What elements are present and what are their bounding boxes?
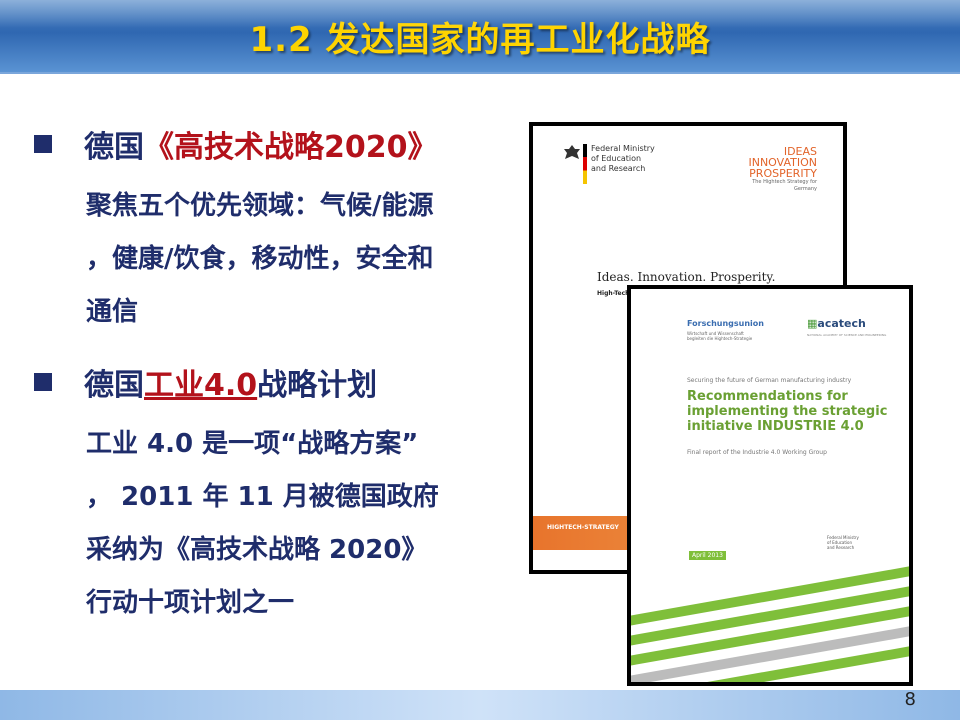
acatech-icon: ▦ — [807, 317, 818, 330]
bullet-square-icon — [34, 373, 52, 391]
green-stripe — [631, 639, 909, 682]
bullet-item-1: 德国《高技术战略2020》 — [34, 122, 438, 166]
bullet-heading-highlight: 《高技术战略2020》 — [144, 130, 438, 165]
sponsor-label: Federal Ministry of Education and Resear… — [827, 535, 859, 550]
body-line: 行动十项计划之一 — [86, 588, 295, 618]
eagle-icon — [563, 144, 581, 164]
hightech-tag: HIGHTECH-STRATEGY — [547, 524, 619, 531]
brand-subtitle: The Hightech Strategy for Germany — [752, 179, 817, 192]
slide-title: 1.2 发达国家的再工业化战略 — [249, 20, 711, 60]
bullet-1-body: 聚焦五个优先领域：气候/能源 ，健康/饮食，移动性，安全和 通信 — [86, 180, 434, 339]
bullet-heading-highlight: 工业4.0 — [144, 368, 258, 403]
ministry-label: Federal Ministry of Education and Resear… — [591, 144, 655, 174]
page-number: 8 — [904, 689, 916, 710]
ideas-logo: IDEAS INNOVATION PROSPERITY The Hightech… — [729, 146, 817, 193]
bullet-square-icon — [34, 135, 52, 153]
bullet-heading-2: 德国工业4.0战略计划 — [84, 360, 377, 404]
report-subtitle: Final report of the Industrie 4.0 Workin… — [687, 449, 827, 456]
headline-line: Recommendations for — [687, 389, 848, 404]
report-date: April 2013 — [689, 551, 726, 560]
body-line: 通信 — [86, 297, 139, 327]
sponsor-line: and Research — [827, 545, 855, 550]
report-headline: Recommendations for implementing the str… — [687, 389, 887, 434]
headline-line: implementing the strategic — [687, 404, 888, 419]
ministry-line: and Research — [591, 164, 646, 173]
german-flag-stripe — [583, 144, 587, 184]
ministry-line: of Education — [591, 154, 642, 163]
body-line: 聚焦五个优先领域：气候/能源 — [86, 191, 434, 221]
forschungsunion-sub: Wirtschaft und Wissenschaft begleiten di… — [687, 331, 752, 341]
document-headline: Ideas. Innovation. Prosperity. — [597, 270, 776, 284]
bullet-heading-suffix: 战略计划 — [257, 368, 378, 403]
headline-line: initiative INDUSTRIE 4.0 — [687, 419, 864, 434]
acatech-logo: ▦acatech — [807, 317, 866, 330]
document-cover-industrie40: Forschungsunion Wirtschaft und Wissensch… — [627, 285, 913, 686]
body-line: ， 2011 年 11 月被德国政府 — [86, 482, 439, 512]
bullet-heading-prefix: 德国 — [84, 130, 144, 165]
acatech-label: acatech — [817, 317, 866, 330]
bullet-heading-1: 德国《高技术战略2020》 — [84, 122, 438, 166]
acatech-sub: NATIONAL ACADEMY OF SCIENCE AND ENGINEER… — [807, 333, 887, 337]
body-line: 工业 4.0 是一项“战略方案” — [86, 429, 419, 459]
title-banner: 1.2 发达国家的再工业化战略 — [0, 0, 960, 74]
body-line: ，健康/饮食，移动性，安全和 — [86, 244, 434, 274]
ministry-line: Federal Ministry — [591, 144, 655, 153]
bullet-heading-prefix: 德国 — [84, 368, 144, 403]
bullet-2-body: 工业 4.0 是一项“战略方案” ， 2011 年 11 月被德国政府 采纳为《… — [86, 418, 439, 630]
body-line: 采纳为《高技术战略 2020》 — [86, 535, 428, 565]
forschungsunion-logo: Forschungsunion — [687, 319, 764, 328]
footer-bar — [0, 690, 960, 720]
bullet-item-2: 德国工业4.0战略计划 — [34, 360, 377, 404]
org-sub-line: begleiten die Hightech-Strategie — [687, 336, 753, 341]
brand-line: PROSPERITY — [749, 167, 817, 180]
report-kicker: Securing the future of German manufactur… — [687, 377, 852, 384]
